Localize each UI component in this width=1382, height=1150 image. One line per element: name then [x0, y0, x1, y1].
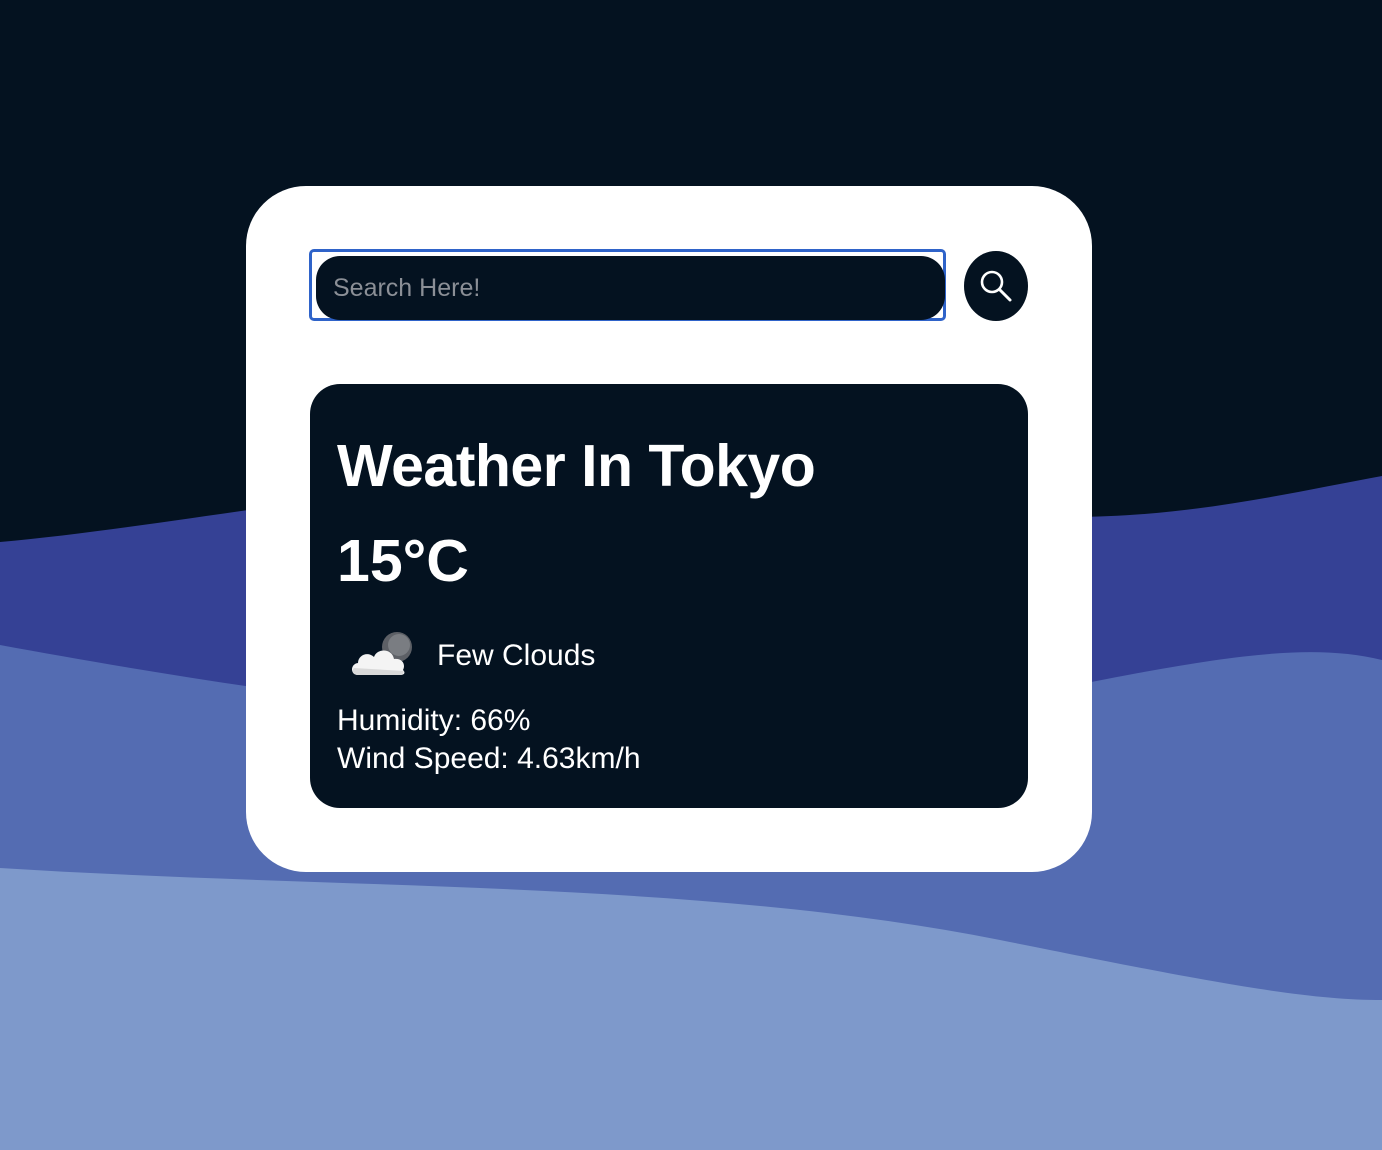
weather-card: Weather In Tokyo 15°C Few Clouds Humidit… [246, 186, 1092, 872]
weather-panel: Weather In Tokyo 15°C Few Clouds Humidit… [310, 384, 1028, 808]
condition-row: Few Clouds [348, 626, 595, 686]
condition-text: Few Clouds [437, 639, 596, 672]
search-button[interactable] [964, 251, 1028, 321]
temperature: 15°C [337, 528, 469, 594]
city-title: Weather In Tokyo [337, 433, 816, 499]
search-focus-ring [309, 249, 946, 321]
search-icon [980, 270, 1012, 302]
search-bar [309, 249, 1028, 321]
few-clouds-icon [352, 632, 412, 675]
search-input[interactable] [316, 256, 945, 320]
wind-speed-text: Wind Speed: 4.63km/h [337, 742, 641, 775]
humidity-text: Humidity: 66% [337, 704, 531, 737]
